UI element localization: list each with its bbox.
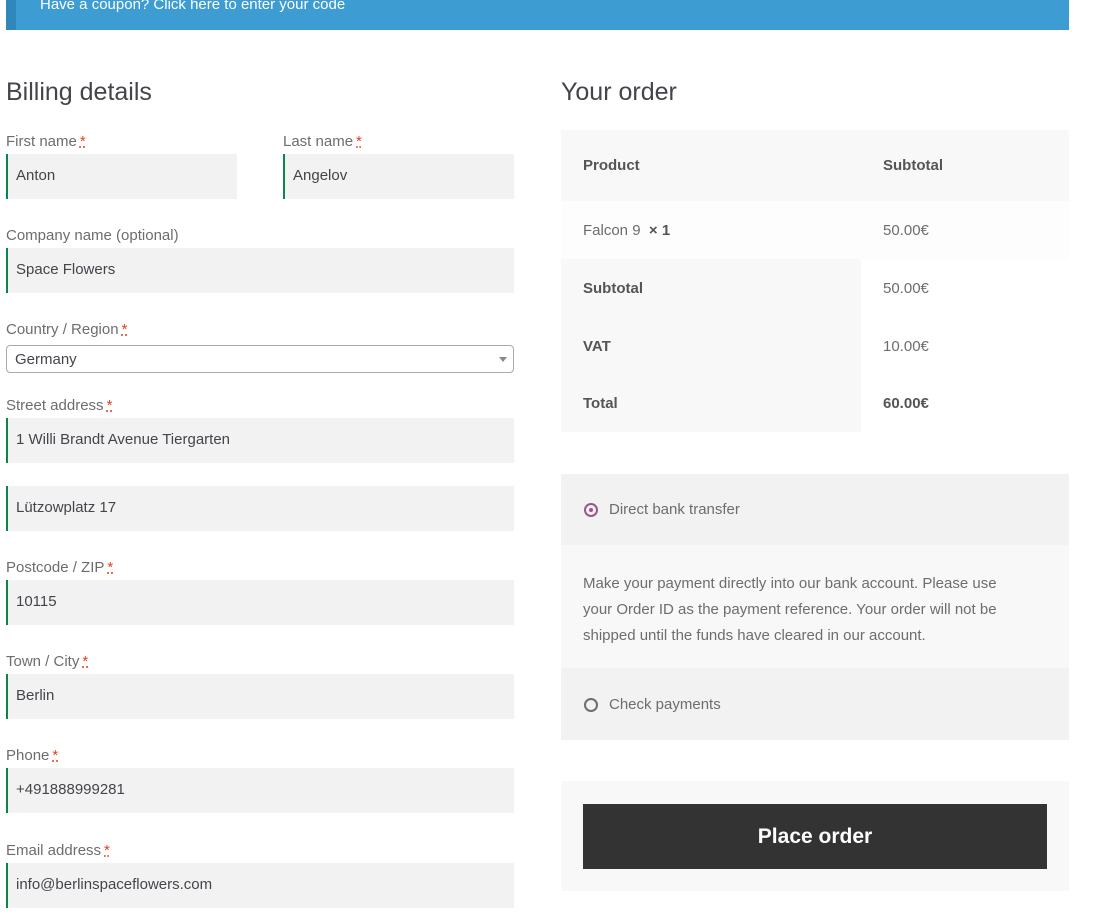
- place-order-container: Place order: [561, 781, 1069, 891]
- bank-transfer-radio[interactable]: [584, 503, 598, 517]
- place-order-button[interactable]: Place order: [583, 804, 1047, 869]
- phone-label: Phone *: [6, 747, 59, 764]
- total-label: Total: [583, 395, 618, 412]
- last-name-label: Last name *: [283, 133, 362, 150]
- city-label: Town / City *: [6, 653, 89, 670]
- country-select[interactable]: Germany: [6, 345, 514, 373]
- street-address-2-field[interactable]: Lützowplatz 17: [6, 486, 514, 531]
- order-title: Your order: [561, 78, 677, 106]
- postcode-label: Postcode / ZIP *: [6, 559, 114, 576]
- billing-title: Billing details: [6, 78, 152, 106]
- order-item-name: Falcon 9 × 1: [583, 222, 671, 239]
- email-field[interactable]: info@berlinspaceflowers.com: [6, 863, 514, 908]
- street-address-field[interactable]: 1 Willi Brandt Avenue Tiergarten: [6, 418, 514, 463]
- order-item-row: Falcon 9 × 1 50.00€: [561, 201, 1069, 259]
- order-item-price: 50.00€: [883, 222, 929, 239]
- last-name-field[interactable]: Angelov: [283, 154, 514, 199]
- order-totals: Subtotal 50.00€ VAT 10.00€ Total 60.00€: [561, 259, 1069, 432]
- vat-value: 10.00€: [883, 338, 929, 355]
- payment-option-bank[interactable]: Direct bank transfer: [561, 474, 1069, 545]
- city-field[interactable]: Berlin: [6, 674, 514, 719]
- company-field[interactable]: Space Flowers: [6, 248, 514, 293]
- subtotal-label: Subtotal: [583, 280, 643, 297]
- total-value: 60.00€: [883, 395, 929, 412]
- first-name-field[interactable]: Anton: [6, 154, 237, 199]
- order-table-header: Product Subtotal: [561, 130, 1069, 201]
- vat-label: VAT: [583, 338, 611, 355]
- payment-option-check[interactable]: Check payments: [561, 668, 1069, 740]
- bank-transfer-label[interactable]: Direct bank transfer: [609, 501, 740, 518]
- subtotal-value: 50.00€: [883, 280, 929, 297]
- country-label: Country / Region *: [6, 321, 128, 338]
- coupon-notice[interactable]: Have a coupon? Click here to enter your …: [6, 0, 1069, 30]
- bank-transfer-description: Make your payment directly into our bank…: [561, 545, 1069, 668]
- check-payments-label[interactable]: Check payments: [609, 696, 721, 713]
- check-payments-radio[interactable]: [584, 698, 598, 712]
- street-label: Street address *: [6, 397, 113, 414]
- company-label: Company name (optional): [6, 227, 179, 244]
- subtotal-header: Subtotal: [883, 157, 943, 174]
- first-name-label: First name *: [6, 133, 86, 150]
- chevron-down-icon: [499, 357, 507, 362]
- email-label: Email address *: [6, 842, 110, 859]
- product-header: Product: [583, 157, 640, 174]
- phone-field[interactable]: +491888999281: [6, 768, 514, 813]
- coupon-notice-text[interactable]: Have a coupon? Click here to enter your …: [40, 0, 345, 13]
- postcode-field[interactable]: 10115: [6, 580, 514, 625]
